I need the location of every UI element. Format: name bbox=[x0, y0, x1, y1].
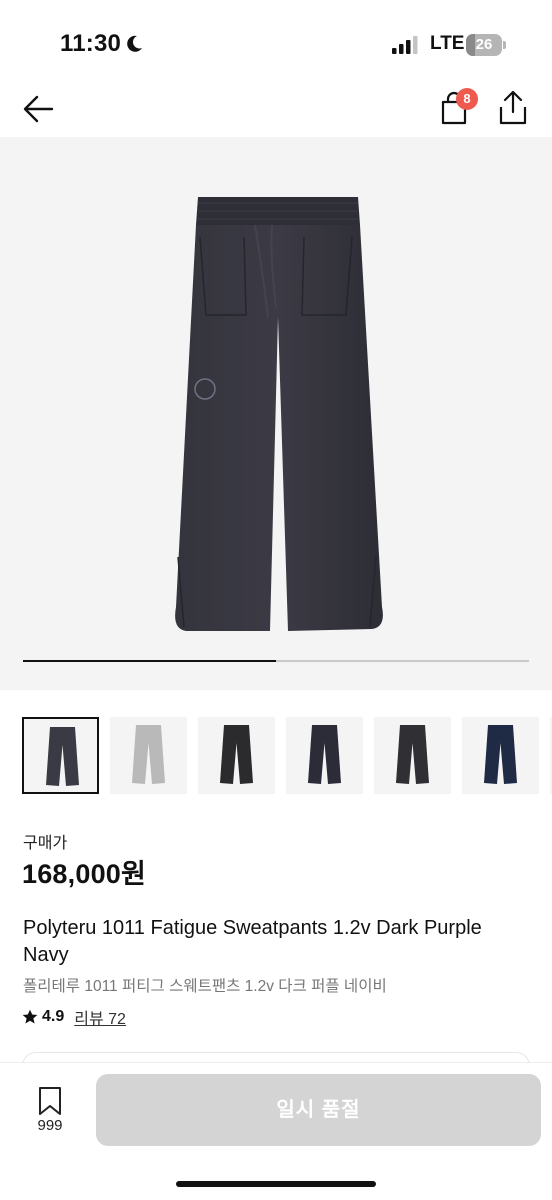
network-label: LTE bbox=[430, 33, 465, 54]
status-bar: 11:30 LTE 26 bbox=[0, 0, 552, 86]
product-image bbox=[175, 197, 383, 631]
thumbnail-pants-image bbox=[46, 727, 79, 786]
rating-row: 4.9 리뷰 72 bbox=[22, 1006, 126, 1028]
arrow-left-icon[interactable] bbox=[22, 92, 56, 126]
star-icon bbox=[22, 1009, 38, 1024]
sold-out-button[interactable]: 일시 품절 bbox=[96, 1074, 541, 1146]
wishlist-count: 999 bbox=[37, 1117, 63, 1134]
thumbnail-pants-image bbox=[220, 725, 253, 784]
battery-level: 26 bbox=[475, 36, 493, 53]
thumbnail-6[interactable] bbox=[462, 717, 539, 794]
gallery-progress-bar bbox=[23, 660, 529, 662]
product-image-gallery[interactable] bbox=[0, 137, 552, 690]
bottom-action-bar: 999 일시 품절 bbox=[0, 1062, 552, 1200]
home-indicator bbox=[176, 1181, 376, 1187]
product-title: Polyteru 1011 Fatigue Sweatpants 1.2v Da… bbox=[23, 917, 482, 966]
cart-count-badge: 8 bbox=[456, 88, 478, 110]
product-subtitle: 폴리테루 1011 퍼티그 스웨트팬츠 1.2v 다크 퍼플 네이비 bbox=[23, 978, 387, 995]
review-link[interactable]: 리뷰 72 bbox=[74, 1005, 126, 1029]
thumbnail-strip bbox=[22, 717, 552, 795]
top-nav: 8 bbox=[0, 86, 552, 136]
rating-value: 4.9 bbox=[42, 1008, 65, 1025]
wishlist-button[interactable]: 999 bbox=[26, 1083, 74, 1139]
thumbnail-pants-image bbox=[396, 725, 429, 784]
thumbnail-pants-image bbox=[308, 725, 341, 784]
thumbnail-2[interactable] bbox=[110, 717, 187, 794]
thumbnail-4[interactable] bbox=[286, 717, 363, 794]
thumbnail-pants-image bbox=[484, 725, 517, 784]
price-label: 구매가 bbox=[23, 835, 68, 852]
moon-icon bbox=[127, 35, 142, 52]
thumbnail-3[interactable] bbox=[198, 717, 275, 794]
thumbnail-pants-image bbox=[132, 725, 165, 784]
signal-icon bbox=[392, 36, 418, 54]
price: 168,000원 bbox=[22, 859, 147, 889]
thumbnail-1[interactable] bbox=[22, 717, 99, 794]
battery-icon: 26 bbox=[466, 34, 506, 56]
status-time: 11:30 bbox=[60, 30, 122, 57]
thumbnail-5[interactable] bbox=[374, 717, 451, 794]
bookmark-icon bbox=[39, 1087, 61, 1115]
share-icon[interactable] bbox=[496, 90, 530, 126]
